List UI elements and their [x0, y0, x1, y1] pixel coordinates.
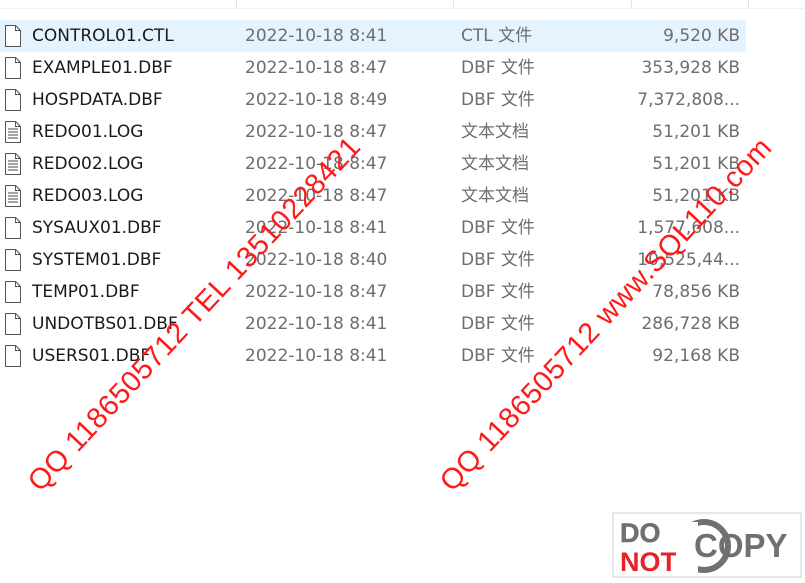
file-modified-date: 2022-10-18 8:49 [245, 90, 388, 110]
text-file-icon [4, 153, 22, 175]
file-name: EXAMPLE01.DBF [32, 58, 173, 78]
do-not-copy-stamp: DO NOT COPY [612, 512, 802, 578]
file-name: TEMP01.DBF [32, 282, 140, 302]
file-type: DBF 文件 [461, 346, 535, 366]
blank-file-icon [4, 281, 22, 303]
file-size: 51,201 KB [652, 186, 740, 206]
column-divider-name[interactable] [236, 0, 237, 8]
file-size: 9,520 KB [663, 26, 740, 46]
file-name: REDO02.LOG [32, 154, 144, 174]
blank-file-icon [4, 217, 22, 239]
blank-file-icon [4, 57, 22, 79]
file-row[interactable]: REDO02.LOG 2022-10-18 8:47 文本文档 51,201 KB [0, 148, 746, 180]
file-name: HOSPDATA.DBF [32, 90, 163, 110]
file-name: SYSTEM01.DBF [32, 250, 162, 270]
file-explorer-window: CONTROL01.CTL 2022-10-18 8:41 CTL 文件 9,520 … [0, 0, 805, 583]
file-type: DBF 文件 [461, 250, 535, 270]
blank-file-icon [4, 313, 22, 335]
file-modified-date: 2022-10-18 8:47 [245, 186, 388, 206]
file-modified-date: 2022-10-18 8:40 [245, 250, 388, 270]
file-row[interactable]: REDO01.LOG 2022-10-18 8:47 文本文档 51,201 KB [0, 116, 746, 148]
file-modified-date: 2022-10-18 8:41 [245, 314, 388, 334]
blank-file-icon [4, 345, 22, 367]
blank-file-icon [4, 25, 22, 47]
file-modified-date: 2022-10-18 8:47 [245, 122, 388, 142]
file-size: 353,928 KB [641, 58, 740, 78]
file-list: CONTROL01.CTL 2022-10-18 8:41 CTL 文件 9,520 … [0, 20, 805, 372]
file-modified-date: 2022-10-18 8:47 [245, 154, 388, 174]
file-modified-date: 2022-10-18 8:47 [245, 58, 388, 78]
file-row[interactable]: SYSTEM01.DBF 2022-10-18 8:40 DBF 文件 10,525,… [0, 244, 746, 276]
stamp-copy-text: COPY [694, 527, 788, 564]
stamp-not-text: NOT [620, 547, 678, 577]
file-type: 文本文档 [461, 154, 529, 174]
file-modified-date: 2022-10-18 8:41 [245, 26, 388, 46]
file-type: 文本文档 [461, 186, 529, 206]
file-size: 286,728 KB [641, 314, 740, 334]
column-divider-size[interactable] [748, 0, 749, 8]
file-type: DBF 文件 [461, 90, 535, 110]
file-name: REDO01.LOG [32, 122, 144, 142]
file-size: 51,201 KB [652, 154, 740, 174]
file-type: DBF 文件 [461, 282, 535, 302]
file-row[interactable]: EXAMPLE01.DBF 2022-10-18 8:47 DBF 文件 353,92… [0, 52, 746, 84]
column-divider-type[interactable] [631, 0, 632, 8]
file-type: DBF 文件 [461, 314, 535, 334]
column-divider-date[interactable] [453, 0, 454, 8]
text-file-icon [4, 121, 22, 143]
file-name: CONTROL01.CTL [32, 26, 174, 46]
file-type: 文本文档 [461, 122, 529, 142]
stamp-do-text: DO [620, 518, 661, 548]
file-name: SYSAUX01.DBF [32, 218, 162, 238]
blank-file-icon [4, 249, 22, 271]
blank-file-icon [4, 89, 22, 111]
column-header-bar[interactable] [0, 0, 805, 9]
text-file-icon [4, 185, 22, 207]
stamp-circle-icon [677, 519, 731, 573]
file-row[interactable]: CONTROL01.CTL 2022-10-18 8:41 CTL 文件 9,520 … [0, 20, 746, 52]
file-size: 92,168 KB [652, 346, 740, 366]
file-type: CTL 文件 [461, 26, 533, 46]
file-type: DBF 文件 [461, 218, 535, 238]
file-size: 1,577,608... [637, 218, 740, 238]
file-type: DBF 文件 [461, 58, 535, 78]
file-name: UNDOTBS01.DBF [32, 314, 178, 334]
file-row[interactable]: UNDOTBS01.DBF 2022-10-18 8:41 DBF 文件 286,72… [0, 308, 746, 340]
file-row[interactable]: USERS01.DBF 2022-10-18 8:41 DBF 文件 92,168 K… [0, 340, 746, 372]
file-row[interactable]: REDO03.LOG 2022-10-18 8:47 文本文档 51,201 KB [0, 180, 746, 212]
file-size: 7,372,808... [637, 90, 740, 110]
file-modified-date: 2022-10-18 8:41 [245, 346, 388, 366]
file-size: 10,525,44... [637, 250, 740, 270]
file-row[interactable]: SYSAUX01.DBF 2022-10-18 8:41 DBF 文件 1,577,6… [0, 212, 746, 244]
file-modified-date: 2022-10-18 8:41 [245, 218, 388, 238]
file-row[interactable]: TEMP01.DBF 2022-10-18 8:47 DBF 文件 78,856 KB [0, 276, 746, 308]
file-size: 51,201 KB [652, 122, 740, 142]
file-size: 78,856 KB [652, 282, 740, 302]
file-name: REDO03.LOG [32, 186, 144, 206]
file-row[interactable]: HOSPDATA.DBF 2022-10-18 8:49 DBF 文件 7,372,8… [0, 84, 746, 116]
file-name: USERS01.DBF [32, 346, 151, 366]
file-modified-date: 2022-10-18 8:47 [245, 282, 388, 302]
